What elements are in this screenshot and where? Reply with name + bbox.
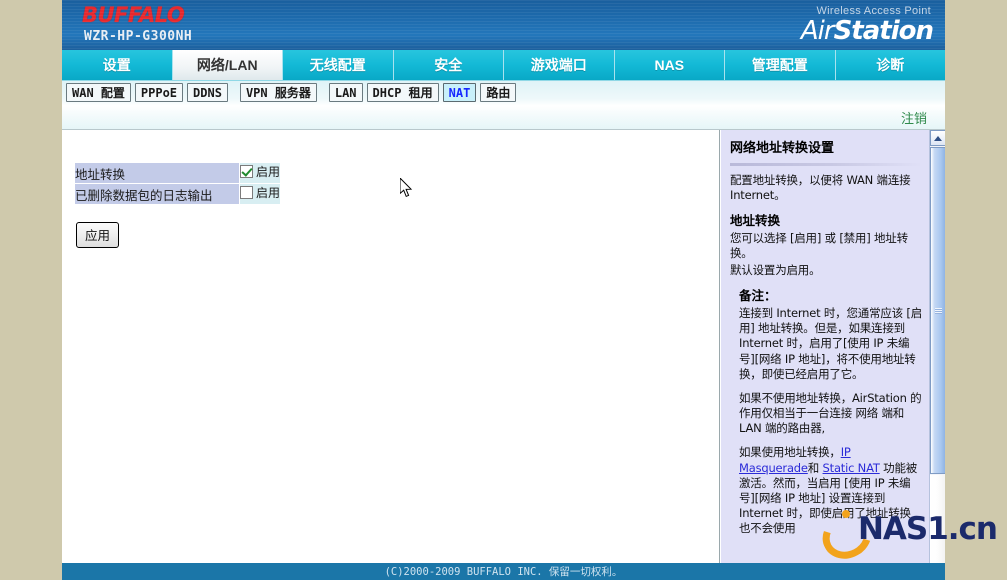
nav-tab-diagnostics[interactable]: 诊断: [835, 50, 945, 80]
help-section-body-1: 您可以选择 [启用] 或 [禁用] 地址转换。: [730, 231, 908, 261]
left-background-gutter: [0, 0, 62, 580]
help-section-title: 地址转换: [730, 212, 781, 228]
checkbox-group-dropped-packet-log[interactable]: 启用: [240, 184, 280, 201]
table-row: 地址转换 启用: [74, 162, 282, 184]
nav-tab-nas[interactable]: NAS: [614, 50, 725, 80]
subtab-nat[interactable]: NAT: [442, 83, 477, 102]
help-note-3-prefix: 如果使用地址转换，: [739, 445, 841, 460]
airstation-logo-part-station: Station: [833, 16, 934, 46]
subtab-ddns[interactable]: DDNS: [187, 83, 228, 102]
help-note-3: 如果使用地址转换，IP Masquerade和 Static NAT 功能被激活…: [730, 445, 922, 536]
nav-tab-settings[interactable]: 设置: [62, 50, 173, 80]
logout-link[interactable]: 注销: [901, 108, 927, 127]
logout-bar: 注销: [62, 106, 945, 129]
help-note-title: 备注：: [739, 287, 777, 303]
scroll-up-arrow-icon[interactable]: [930, 130, 945, 146]
browser-viewport: BUFFALO WZR-HP-G300NH Wireless Access Po…: [62, 0, 945, 580]
row-label-dropped-packet-log: 已删除数据包的日志输出: [74, 183, 240, 205]
sub-navigation: WAN 配置 PPPoE DDNS VPN 服务器 LAN DHCP 租用 NA…: [62, 81, 945, 106]
nav-tab-security[interactable]: 安全: [393, 50, 504, 80]
static-nat-link[interactable]: Static NAT: [823, 461, 880, 475]
checkbox-group-address-translation[interactable]: 启用: [240, 163, 280, 180]
help-note-1: 连接到 Internet 时，您通常应该 [启用] 地址转换。但是，如果连接到 …: [739, 306, 923, 381]
scrollbar-grip-icon: [935, 307, 942, 314]
vertical-scrollbar[interactable]: [929, 130, 945, 580]
right-background-gutter: [945, 0, 1007, 580]
router-model-name: WZR-HP-G300NH: [84, 29, 193, 44]
copyright-text: (C)2000-2009 BUFFALO INC. 保留一切权利。: [384, 566, 623, 578]
checkbox-dropped-packet-log[interactable]: [240, 186, 253, 199]
checkbox-label-address-translation: 启用: [256, 165, 281, 179]
footer-bar: (C)2000-2009 BUFFALO INC. 保留一切权利。: [62, 563, 945, 580]
subtab-vpn-server[interactable]: VPN 服务器: [239, 83, 317, 102]
row-label-address-translation: 地址转换: [74, 162, 240, 184]
nav-tab-admin-config[interactable]: 管理配置: [725, 50, 836, 80]
subtab-routing[interactable]: 路由: [480, 83, 517, 102]
subtab-pppoe[interactable]: PPPoE: [134, 83, 184, 102]
scrollbar-thumb[interactable]: [930, 147, 945, 474]
help-section-body-2: 默认设置为启用。: [730, 263, 821, 278]
help-note-2: 如果不使用地址转换，AirStation 的作用仅相当于一台连接 网络 端和 L…: [739, 390, 922, 436]
row-control-dropped-packet-log[interactable]: 启用: [238, 183, 282, 205]
table-row: 已删除数据包的日志输出 启用: [74, 183, 282, 205]
apply-button[interactable]: 应用: [76, 222, 120, 248]
airstation-logo: AirStation: [800, 16, 934, 46]
subtab-lan[interactable]: LAN: [328, 83, 363, 102]
row-control-address-translation[interactable]: 启用: [238, 162, 282, 184]
checkbox-label-dropped-packet-log: 启用: [256, 186, 281, 200]
help-panel: 网络地址转换设置 配置地址转换，以便将 WAN 端连接 Internet。 地址…: [721, 130, 931, 580]
help-panel-title: 网络地址转换设置: [730, 141, 835, 156]
content-region: 地址转换 启用 已删除数据包的日志输出 启用 应用 网络地址转换设置 配置地址转…: [62, 129, 945, 580]
main-navigation: 设置 网络/LAN 无线配置 安全 游戏端口 NAS 管理配置 诊断: [62, 50, 945, 81]
help-panel-divider: [730, 163, 922, 167]
nav-tab-network-lan[interactable]: 网络/LAN: [172, 50, 283, 80]
settings-form-panel: 地址转换 启用 已删除数据包的日志输出 启用 应用: [62, 130, 720, 567]
nat-settings-table: 地址转换 启用 已删除数据包的日志输出 启用: [74, 162, 282, 205]
help-note-3-middle: 和: [807, 460, 823, 475]
buffalo-logo: BUFFALO: [82, 3, 185, 27]
page-root: BUFFALO WZR-HP-G300NH Wireless Access Po…: [0, 0, 1007, 580]
header-banner: BUFFALO WZR-HP-G300NH Wireless Access Po…: [62, 0, 945, 50]
nav-tab-wireless[interactable]: 无线配置: [283, 50, 394, 80]
nav-tab-game-port[interactable]: 游戏端口: [504, 50, 615, 80]
subtab-wan-config[interactable]: WAN 配置: [66, 83, 131, 102]
help-intro-text: 配置地址转换，以便将 WAN 端连接 Internet。: [730, 173, 911, 203]
subtab-dhcp-lease[interactable]: DHCP 租用: [366, 83, 439, 102]
checkbox-address-translation[interactable]: [240, 165, 253, 178]
airstation-logo-part-air: Air: [800, 16, 835, 46]
